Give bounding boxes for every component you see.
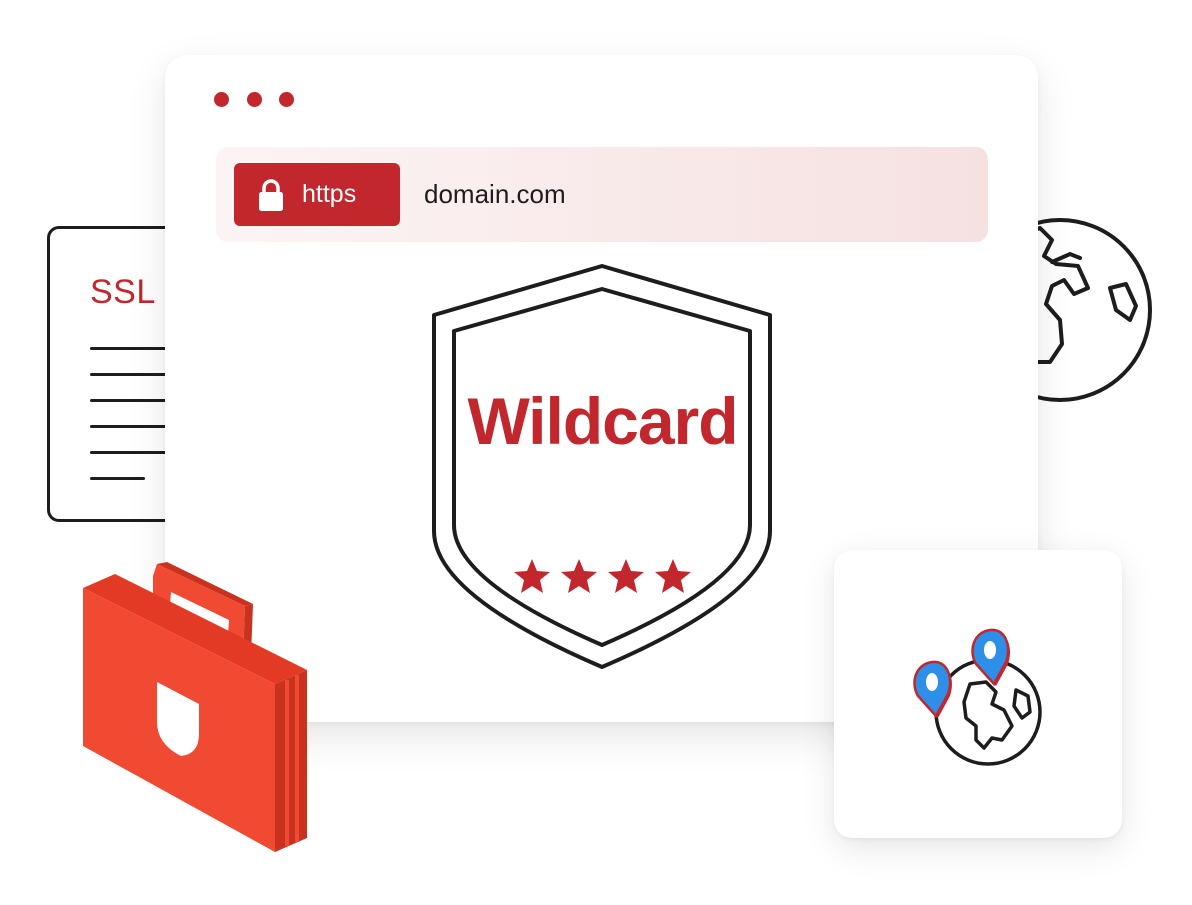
star-rating <box>514 559 691 593</box>
window-dot <box>279 92 294 107</box>
window-dot <box>247 92 262 107</box>
star-icon <box>608 559 644 593</box>
star-icon <box>561 559 597 593</box>
ssl-document-title: SSL <box>90 273 156 311</box>
location-card <box>834 550 1122 838</box>
https-badge: https <box>234 163 400 226</box>
location-pin-icon <box>913 628 1042 766</box>
briefcase-icon <box>83 562 307 852</box>
lock-icon <box>259 178 283 211</box>
document-line <box>90 477 145 480</box>
shield-icon <box>432 264 772 669</box>
window-dot <box>214 92 229 107</box>
wildcard-shield: Wildcard <box>430 263 775 673</box>
star-icon <box>655 559 691 593</box>
star-icon <box>514 559 550 593</box>
protocol-label: https <box>302 180 357 208</box>
wildcard-label: Wildcard <box>467 384 738 458</box>
address-bar[interactable]: https domain.com <box>216 147 988 242</box>
domain-text: domain.com <box>424 179 566 209</box>
